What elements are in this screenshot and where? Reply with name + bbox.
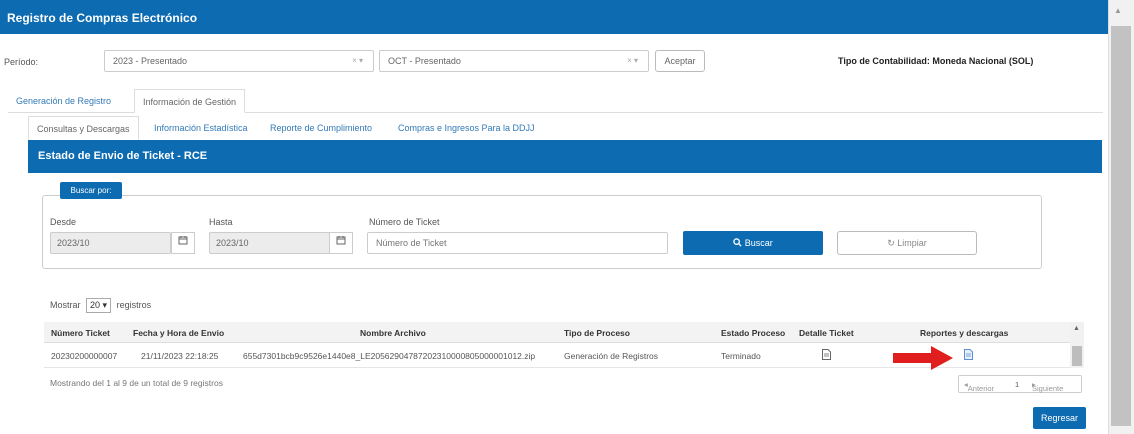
select-clear-dropdown-icon[interactable]: × ▾ [352,56,363,65]
table-status: Mostrando del 1 al 9 de un total de 9 re… [50,378,223,388]
desde-input[interactable]: 2023/10 [50,232,171,254]
limpiar-label: Limpiar [897,238,927,248]
col-detalle-ticket: Detalle Ticket [799,328,854,338]
ticket-label: Número de Ticket [369,217,440,227]
tab-consultas-descargas[interactable]: Consultas y Descargas [28,116,139,140]
pager-prev[interactable]: ◂ Anterior [964,380,994,393]
hasta-input[interactable]: 2023/10 [209,232,330,254]
limpiar-button[interactable]: ↻ Limpiar [837,231,977,255]
tab-compras-ingresos-ddjj[interactable]: Compras e Ingresos Para la DDJJ [390,116,543,140]
table-scrollbar-thumb[interactable] [1072,346,1082,366]
mostrar-label: Mostrar [50,300,81,310]
registros-label: registros [116,300,152,310]
buscar-por-badge: Buscar por: [60,182,122,199]
tab-generacion-registro[interactable]: Generación de Registro [8,89,119,113]
pager-page-1[interactable]: 1 [1015,380,1019,389]
col-reportes-descargas: Reportes y descargas [920,328,1009,338]
panel-title: Estado de Envio de Ticket - RCE [38,150,208,162]
cell-estado-proceso: Terminado [721,351,761,361]
tipo-contabilidad: Tipo de Contabilidad: Moneda Nacional (S… [838,56,1034,66]
red-arrow-icon [893,346,953,370]
calendar-icon[interactable] [171,232,195,254]
cell-tipo-proceso: Generación de Registros [564,351,659,361]
col-estado-proceso: Estado Proceso [721,328,786,338]
cell-fecha-hora: 21/11/2023 22:18:25 [141,351,219,361]
pager-next[interactable]: Siguiente ▸ [1032,380,1063,393]
page-size-value: 20 [90,300,101,310]
tab-reporte-cumplimiento[interactable]: Reporte de Cumplimiento [262,116,380,140]
desde-label: Desde [50,217,77,227]
cell-numero-ticket: 20230200000007 [51,351,118,361]
month-select-value: OCT - Presentado [388,56,461,66]
page-scrollbar-thumb[interactable] [1111,26,1131,426]
page-size-select[interactable]: 20 ▾ [86,298,112,313]
reportes-document-icon[interactable] [964,349,973,362]
ticket-field[interactable] [368,233,667,253]
col-tipo-proceso: Tipo de Proceso [564,328,630,338]
hasta-value: 2023/10 [216,238,249,248]
select-clear-dropdown-icon[interactable]: × ▾ [627,56,638,65]
col-fecha-hora: Fecha y Hora de Envio [133,328,225,338]
hasta-label: Hasta [209,217,233,227]
buscar-button[interactable]: Buscar [683,231,823,255]
tab-informacion-gestion[interactable]: Información de Gestión [134,89,246,113]
table-scroll-up-icon[interactable]: ▲ [1073,325,1080,332]
aceptar-button[interactable]: Aceptar [655,50,705,72]
search-icon [733,238,742,247]
pagination: ◂ Anterior 1 Siguiente ▸ [958,375,1082,393]
pager-next-label: Siguiente [1032,384,1064,393]
col-nombre-archivo: Nombre Archivo [360,328,426,338]
regresar-button[interactable]: Regresar [1033,407,1086,429]
detalle-document-icon[interactable] [822,349,831,362]
app-header: Registro de Compras Electrónico [0,0,1108,34]
panel-header: Estado de Envio de Ticket - RCE [28,140,1102,173]
refresh-icon: ↻ [887,238,895,248]
scroll-up-icon[interactable]: ▲ [1114,6,1122,15]
calendar-icon[interactable] [329,232,353,254]
page-size-control: Mostrar 20 ▾ registros [50,298,151,313]
ticket-input[interactable] [367,232,668,254]
desde-value: 2023/10 [57,238,90,248]
pager-prev-label: Anterior [967,384,995,393]
month-select[interactable]: OCT - Presentado × ▾ [379,50,649,72]
year-select-value: 2023 - Presentado [113,56,188,66]
cell-nombre-archivo: 655d7301bcb9c9526e1440e8_LE2056290478720… [243,351,536,361]
year-select[interactable]: 2023 - Presentado × ▾ [104,50,374,72]
table-header: Número Ticket Fecha y Hora de Envio Nomb… [44,322,1084,343]
periodo-label: Período: [4,57,39,67]
buscar-label: Buscar [744,238,773,248]
app-title: Registro de Compras Electrónico [7,11,198,25]
tab-informacion-estadistica[interactable]: Información Estadística [146,116,256,140]
col-numero-ticket: Número Ticket [51,328,110,338]
